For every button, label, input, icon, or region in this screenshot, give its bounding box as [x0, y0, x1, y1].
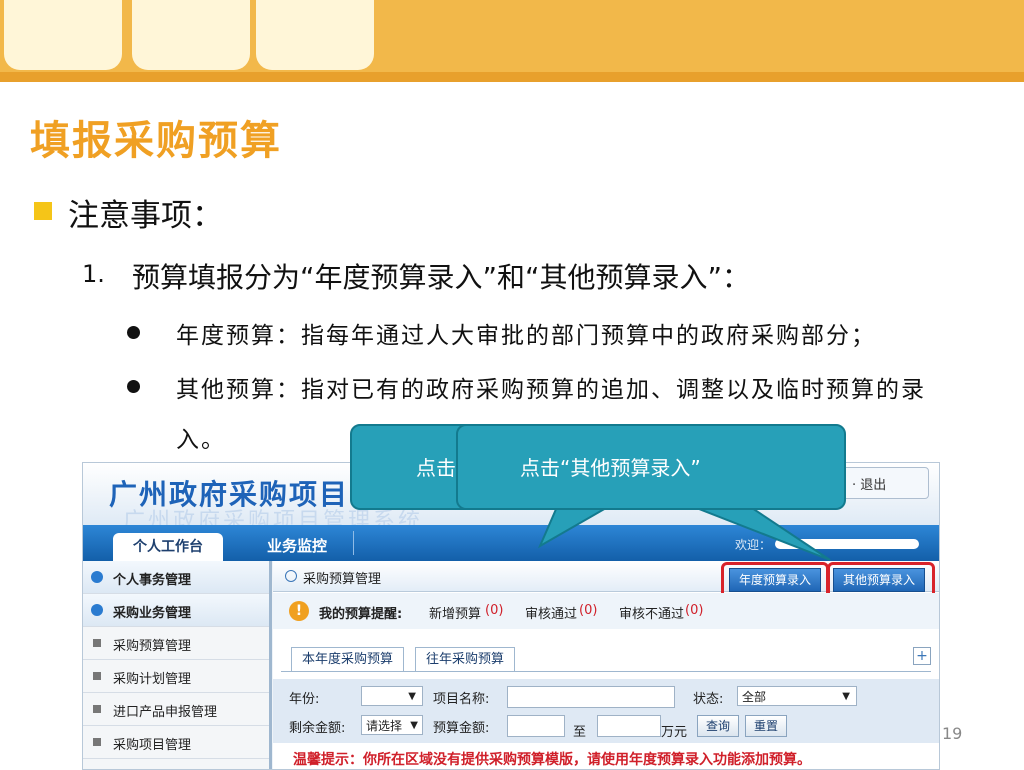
callout-other: 点击“其他预算录入” [456, 424, 846, 510]
callout-pointers [537, 499, 831, 561]
callout-other-text: 点击“其他预算录入” [520, 456, 701, 480]
callout-annual-text: 点击 [416, 456, 456, 480]
